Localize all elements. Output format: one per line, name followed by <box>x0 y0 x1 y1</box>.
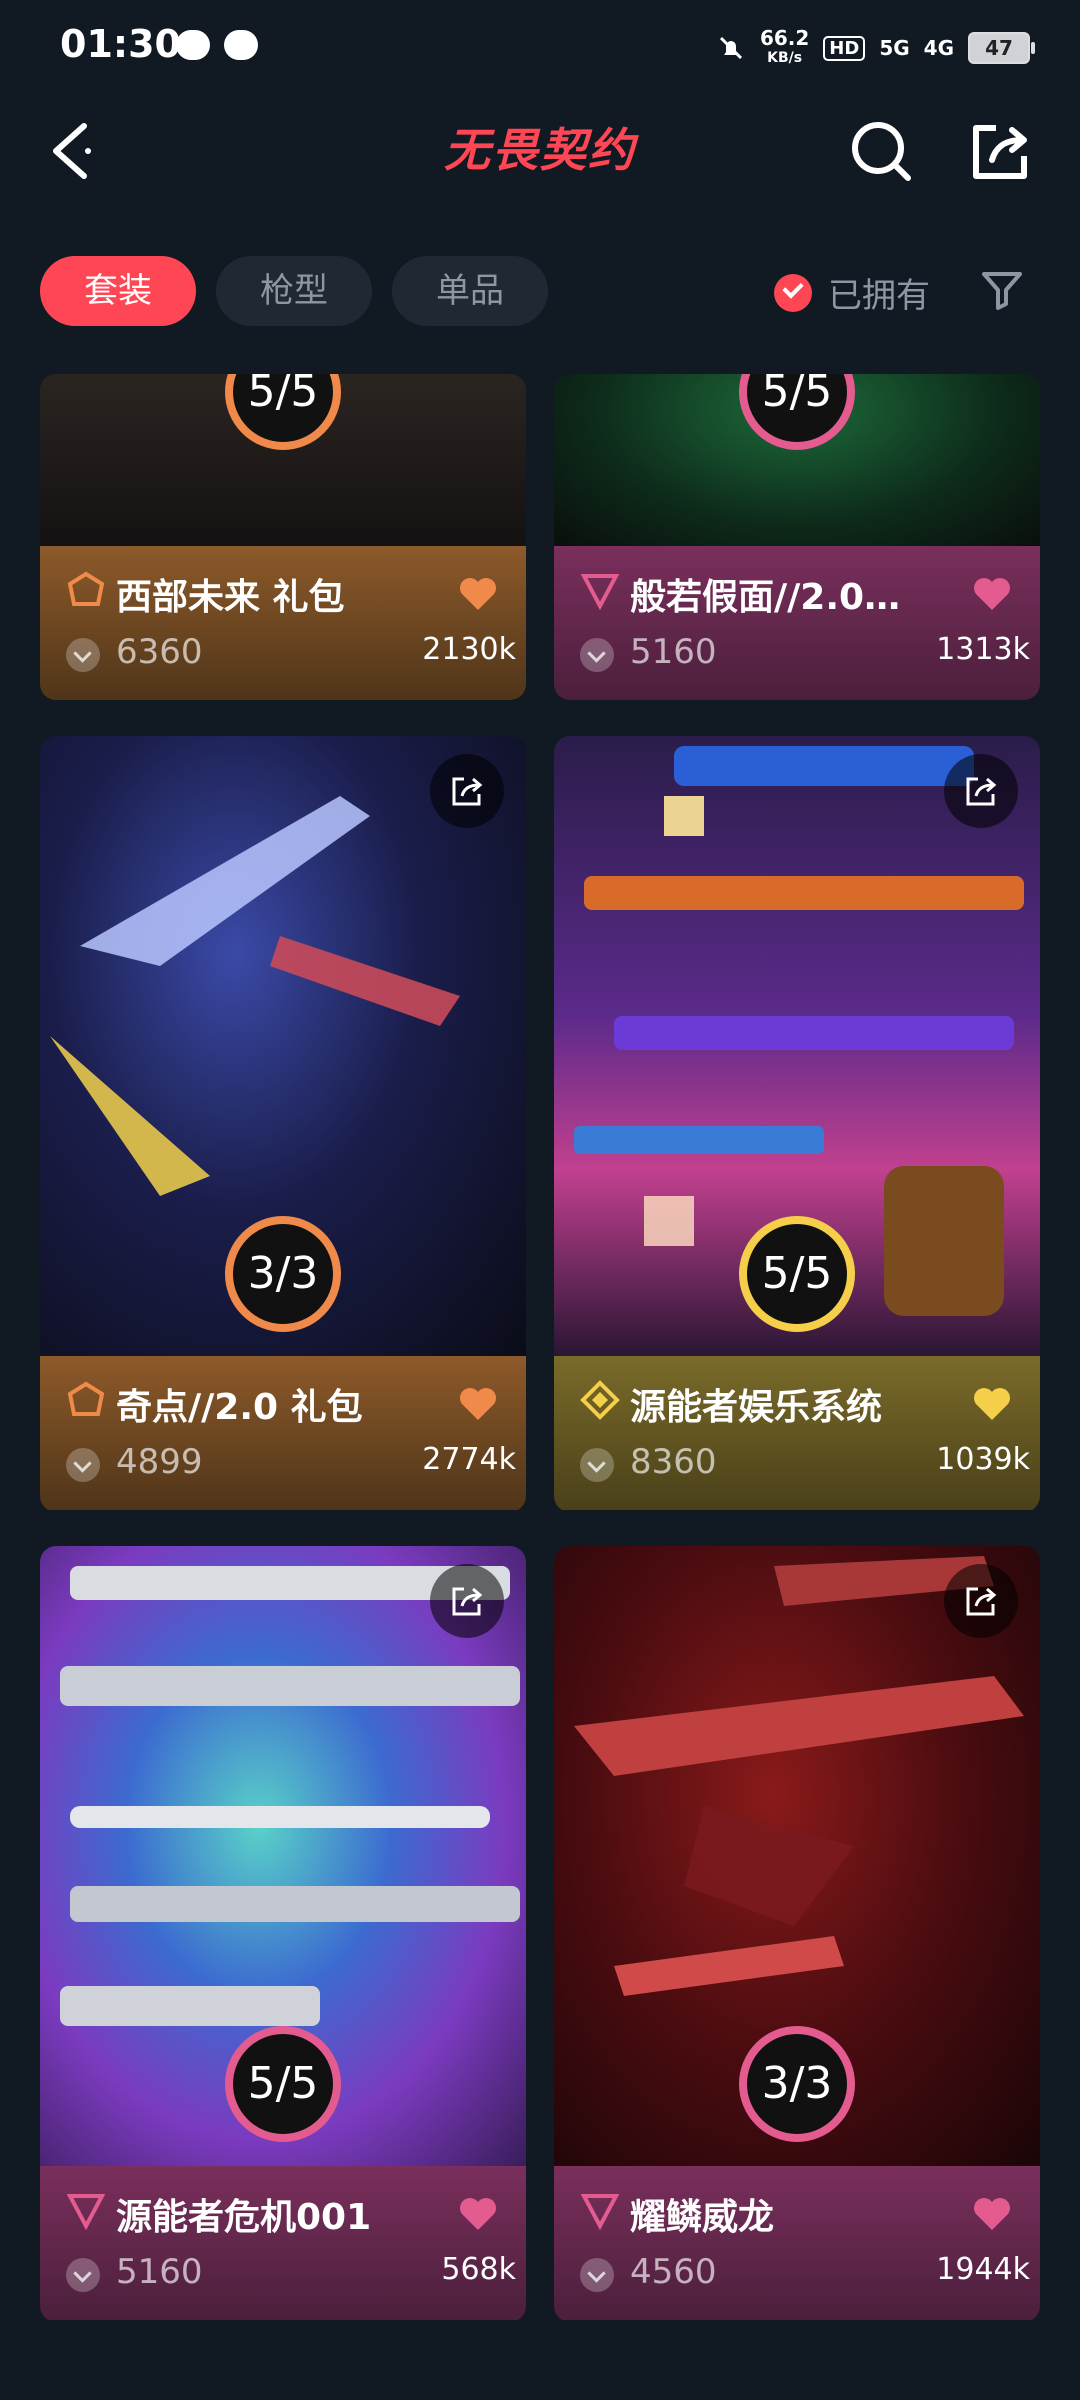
like-count: 1944k <box>936 2252 1030 2287</box>
status-bar: 01:30 66.2 KB/s HD 5G 4G 47 <box>0 0 1080 96</box>
hd-badge: HD <box>823 35 866 61</box>
tier-exclusive-icon <box>580 2194 620 2230</box>
owned-toggle[interactable]: 已拥有 <box>774 268 930 317</box>
bundle-price: 4560 <box>630 2252 717 2292</box>
bundle-price: 8360 <box>630 1442 717 1482</box>
heart-icon[interactable] <box>458 576 498 612</box>
progress-badge: 5/5 <box>739 1216 855 1332</box>
heart-icon[interactable] <box>458 1386 498 1422</box>
net-speed: 66.2 KB/s <box>759 26 810 66</box>
bundle-grid: 5/5 西部未来 礼包 6360 2130k 5/5 般若假面//2.0… 51… <box>0 374 1080 2400</box>
bundle-price: 6360 <box>116 632 203 672</box>
like-count: 1313k <box>936 632 1030 667</box>
mute-bell-icon <box>719 36 742 60</box>
bundle-name: 源能者娱乐系统 <box>630 1387 883 1428</box>
search-icon[interactable] <box>846 116 916 186</box>
share-bundle-button[interactable] <box>944 754 1018 828</box>
app-header: 无畏契约 <box>0 96 1080 206</box>
category-tabs: 套装 枪型 单品 <box>40 256 548 328</box>
bundle-name: 源能者危机001 <box>116 2197 372 2238</box>
tier-exclusive-icon <box>580 574 620 610</box>
bundle-card[interactable]: 5/5 西部未来 礼包 6360 2130k <box>40 374 526 700</box>
heart-icon[interactable] <box>972 576 1012 612</box>
progress-badge: 3/3 <box>225 1216 341 1332</box>
vp-currency-icon <box>580 1448 614 1482</box>
wechat-icon <box>176 30 210 60</box>
bundle-card[interactable]: 5/5 源能者娱乐系统 8360 1039k <box>554 736 1040 1512</box>
filter-icon[interactable] <box>980 268 1024 312</box>
bundle-name: 耀鳞威龙 <box>630 2197 775 2238</box>
sim1-signal: 5G <box>879 36 910 60</box>
bundle-name: 西部未来 礼包 <box>116 577 345 618</box>
share-icon <box>452 1587 483 1616</box>
tier-premium-icon <box>67 1381 105 1416</box>
status-time: 01:30 <box>60 22 181 66</box>
bundle-name: 奇点//2.0 礼包 <box>116 1387 363 1428</box>
checkmark-icon <box>774 273 812 312</box>
bundle-card[interactable]: 3/3 耀鳞威龙 4560 1944k <box>554 1546 1040 2322</box>
battery-icon: 47 <box>968 32 1035 64</box>
bundle-price: 4899 <box>116 1442 203 1482</box>
vp-currency-icon <box>66 638 100 672</box>
progress-badge: 5/5 <box>225 2026 341 2142</box>
vp-currency-icon <box>66 1448 100 1482</box>
progress-badge: 3/3 <box>739 2026 855 2142</box>
vp-currency-icon <box>580 638 614 672</box>
bundle-price: 5160 <box>116 2252 203 2292</box>
like-count: 568k <box>441 2252 516 2287</box>
tier-ultra-icon <box>580 1380 620 1420</box>
bundle-card[interactable]: 3/3 奇点//2.0 礼包 4899 2774k <box>40 736 526 1512</box>
share-bundle-button[interactable] <box>944 1564 1018 1638</box>
share-icon[interactable] <box>966 116 1036 186</box>
sim2-signal: 4G <box>923 36 954 60</box>
bundle-name: 般若假面//2.0… <box>630 577 901 618</box>
like-count: 2774k <box>422 1442 516 1477</box>
page-title: 无畏契约 <box>444 123 636 177</box>
vp-currency-icon <box>580 2258 614 2292</box>
tab-bundles[interactable]: 套装 <box>40 256 196 326</box>
owned-label: 已拥有 <box>828 276 930 316</box>
tier-exclusive-icon <box>66 2194 106 2230</box>
like-count: 1039k <box>936 1442 1030 1477</box>
share-bundle-button[interactable] <box>430 754 504 828</box>
tab-single-item[interactable]: 单品 <box>392 256 548 326</box>
bundle-card[interactable]: 5/5 源能者危机001 5160 568k <box>40 1546 526 2322</box>
share-icon <box>966 777 997 806</box>
tab-weapon-type[interactable]: 枪型 <box>216 256 372 326</box>
heart-icon[interactable] <box>458 2196 498 2232</box>
heart-icon[interactable] <box>972 1386 1012 1422</box>
like-count: 2130k <box>422 632 516 667</box>
bundle-price: 5160 <box>630 632 717 672</box>
vp-currency-icon <box>66 2258 100 2292</box>
bundle-card[interactable]: 5/5 般若假面//2.0… 5160 1313k <box>554 374 1040 700</box>
share-icon <box>452 777 483 806</box>
share-icon <box>966 1587 997 1616</box>
message-icon <box>224 30 258 60</box>
tier-premium-icon <box>67 571 105 606</box>
share-bundle-button[interactable] <box>430 1564 504 1638</box>
heart-icon[interactable] <box>972 2196 1012 2232</box>
